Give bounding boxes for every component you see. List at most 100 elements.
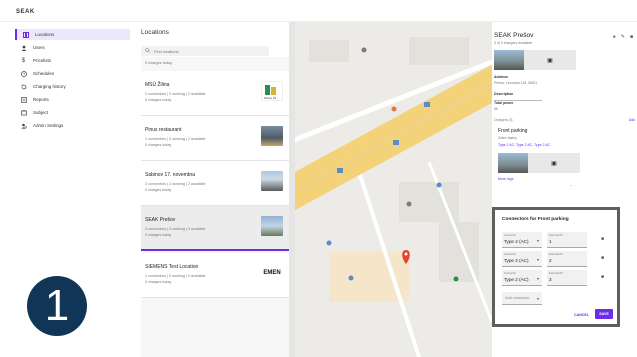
add-photo-button[interactable]: ▣ — [528, 153, 580, 173]
location-charges: 0 charges today — [145, 280, 172, 284]
location-card-pinus[interactable]: Pinus restaurant 2 connectors | 2 workin… — [141, 116, 289, 161]
sidebar-item-reports[interactable]: Reports — [15, 94, 130, 105]
dialog-title: Connectors for Front parking — [502, 217, 569, 222]
sidebar-item-label: Pricelists — [33, 58, 52, 63]
field-label: External ID * — [549, 234, 564, 237]
location-thumbnail-logo: EMEN — [261, 263, 283, 283]
external-id-field[interactable]: External ID * 2 — [547, 251, 587, 267]
location-detail-subtitle: 3 of 3 chargers available — [494, 41, 533, 45]
location-name: SEAK Prešov — [145, 217, 176, 223]
user-icon[interactable]: ● — [613, 34, 616, 40]
schedule-icon — [20, 70, 27, 77]
map-view[interactable] — [289, 22, 492, 357]
svg-text:Mesto Žil: Mesto Žil — [264, 95, 277, 100]
sidebar-item-pricelists[interactable]: $ Pricelists — [15, 55, 130, 66]
search-input[interactable] — [154, 48, 254, 54]
step-number-badge: 1 — [27, 276, 87, 336]
connector-type-select[interactable]: Connector Type 2 (AC) ▾ — [502, 251, 542, 267]
add-photo-button[interactable]: ▣ — [524, 50, 576, 70]
location-thumbnail — [261, 216, 283, 236]
location-name: Pinus restaurant — [145, 127, 182, 133]
location-connectors: 2 connectors | 2 working | 2 available — [145, 182, 206, 186]
map-divider — [289, 22, 295, 357]
field-value: Add connector — [505, 296, 530, 300]
location-card-msu-zilina[interactable]: MSÚ Žilina 2 connectors | 2 working | 2 … — [141, 71, 289, 116]
address-label: Address — [494, 75, 509, 79]
location-photo — [494, 50, 524, 70]
expand-chevron-icon[interactable]: ⌄ — [570, 183, 573, 187]
location-connectors: 3 connectors | 3 working | 3 available — [145, 227, 206, 231]
sidebar-item-charging-history[interactable]: Charging history — [15, 81, 130, 92]
field-label: Connector — [504, 234, 516, 237]
add-connector-select[interactable]: Add connector ▾ — [502, 292, 542, 305]
connector-type-select[interactable]: Connector Type 2 (AC) ▾ — [502, 232, 542, 248]
sidebar-item-admin-settings[interactable]: Admin Settings — [15, 120, 130, 131]
dropdown-icon: ▾ — [536, 276, 539, 281]
location-charges: 0 charges today — [145, 143, 172, 147]
search-icon — [145, 47, 150, 55]
connector-type-select[interactable]: Connector Type 2 (AC) ▾ — [502, 270, 542, 286]
search-bar[interactable] — [141, 46, 269, 56]
field-value: Type 2 (AC) — [504, 258, 529, 263]
delete-connector-icon[interactable]: ■ — [601, 274, 604, 280]
location-card-siemens[interactable]: SIEMENS Test Location 1 connectors | 0 w… — [141, 253, 289, 298]
location-charges: 0 charges today — [145, 98, 172, 102]
location-card-sabinov[interactable]: Sabinov 17. novembra 2 connectors | 2 wo… — [141, 161, 289, 206]
description-select[interactable] — [494, 92, 542, 101]
dropdown-icon: ▾ — [536, 296, 539, 301]
locations-list[interactable]: 0 charges today MSÚ Žilina 2 connectors … — [141, 57, 289, 357]
location-connectors: 2 connectors | 2 working | 2 available — [145, 92, 206, 96]
save-button[interactable]: SAVE — [595, 309, 613, 319]
app-logo[interactable]: SEAK — [16, 9, 35, 15]
field-label: External ID * — [549, 253, 564, 256]
location-charges: 0 charges today — [145, 188, 172, 192]
detail-actions: ● ✎ ■ — [613, 34, 633, 40]
field-value: 1 — [549, 239, 552, 244]
field-value: Type 2 (AC) — [504, 239, 529, 244]
sidebar-item-users[interactable]: Users — [15, 42, 130, 53]
external-id-field[interactable]: External ID * 3 — [547, 270, 587, 286]
location-connectors: 2 connectors | 2 working | 2 available — [145, 137, 206, 141]
charge-point-connectors[interactable]: Type 2 AC, Type 2 AC, Type 2 AC — [498, 143, 550, 147]
field-value: Type 2 (AC) — [504, 277, 529, 282]
dollar-icon: $ — [21, 57, 26, 64]
connectors-dialog: Connectors for Front parking Connector T… — [492, 207, 620, 327]
connector-row: Connector Type 2 (AC) ▾ External ID * 2 … — [502, 251, 614, 267]
field-label: External ID * — [549, 272, 564, 275]
reports-icon — [20, 96, 27, 103]
dropdown-icon: ▾ — [536, 238, 539, 243]
delete-icon[interactable]: ■ — [630, 34, 633, 40]
sidebar-item-label: Admin Settings — [33, 123, 64, 128]
location-name: SIEMENS Test Location — [145, 264, 199, 270]
edit-icon[interactable]: ✎ — [621, 34, 625, 40]
sidebar-item-label: Subject — [33, 110, 49, 115]
location-icon — [22, 31, 29, 38]
location-charges: 0 charges today — [145, 233, 172, 237]
charge-point-sub: Zatím žiadny — [498, 136, 517, 140]
field-value: 3 — [549, 277, 552, 282]
external-id-field[interactable]: External ID * 1 — [547, 232, 587, 248]
add-charger-link[interactable]: Add — [629, 118, 635, 122]
dropdown-icon: ▾ — [536, 257, 539, 262]
charge-point-photo — [498, 153, 528, 173]
user-icon — [20, 44, 27, 51]
sidebar-item-label: Locations — [35, 32, 55, 37]
chargers-label: Chargers (3) — [494, 118, 513, 122]
location-thumbnail — [261, 126, 283, 146]
cancel-button[interactable]: CANCEL — [574, 313, 589, 317]
sidebar-item-label: Reports — [33, 97, 49, 102]
sidebar-item-label: Schedules — [33, 71, 55, 76]
more-logs-link[interactable]: More logs — [498, 177, 513, 181]
delete-connector-icon[interactable]: ■ — [601, 255, 604, 261]
sidebar-item-label: Charging history — [33, 84, 66, 89]
sidebar-item-subject[interactable]: Subject — [15, 107, 130, 118]
location-card-seak-presov[interactable]: SEAK Prešov 3 connectors | 3 working | 3… — [141, 206, 289, 251]
field-label: Connector — [504, 253, 516, 256]
sidebar-item-locations[interactable]: Locations — [15, 29, 130, 40]
connector-row: Connector Type 2 (AC) ▾ External ID * 3 … — [502, 270, 614, 286]
sidebar-item-schedules[interactable]: Schedules — [15, 68, 130, 79]
delete-connector-icon[interactable]: ■ — [601, 236, 604, 242]
add-photo-icon: ▣ — [551, 160, 557, 167]
history-icon — [20, 83, 27, 90]
address-value: Prešov, Levočská 128, 08001 — [494, 81, 538, 85]
